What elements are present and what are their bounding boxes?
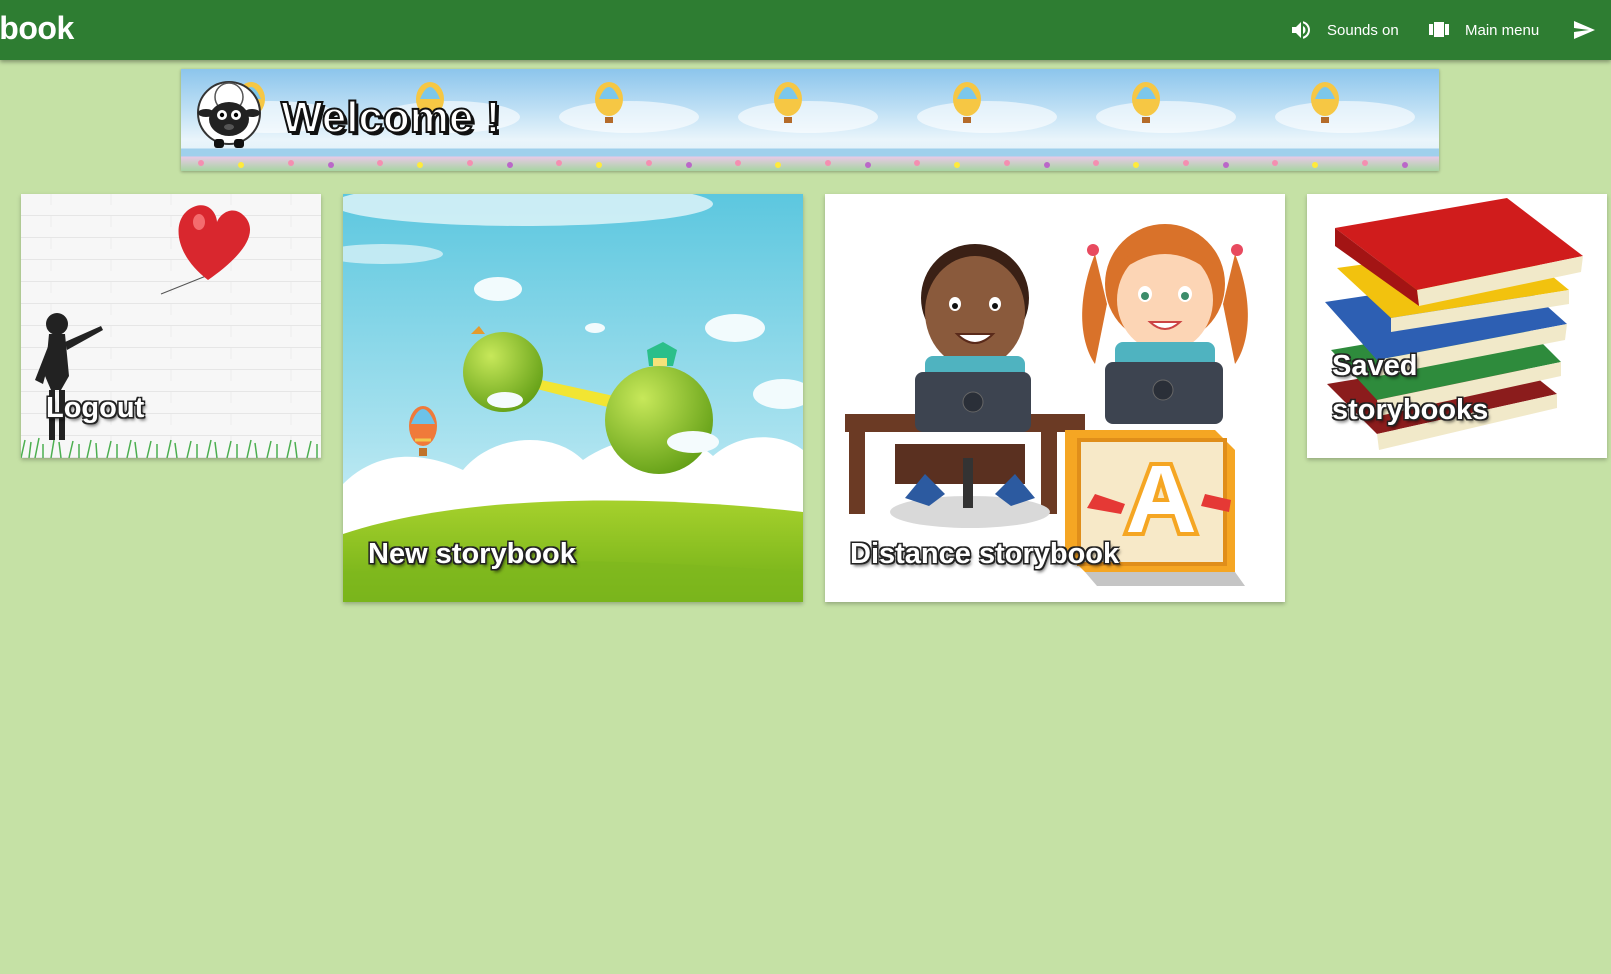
new-storybook-label: New storybook [368,538,576,570]
sounds-label: Sounds on [1327,21,1399,39]
speaker-icon [1289,18,1313,42]
distance-storybook-label: Distance storybook [850,538,1120,570]
main-menu-label: Main menu [1465,21,1540,39]
saved-storybooks-label-line2: storybooks [1332,394,1489,426]
app-title: ybook [0,10,74,46]
saved-storybooks-card[interactable]: Saved storybooks [1307,194,1607,458]
app-bar: ybook Sounds on Main menu [0,0,1611,60]
send-icon [1572,18,1596,42]
menu-cards-icon [1427,18,1451,42]
balloon-icon [1272,82,1415,168]
sounds-toggle-button[interactable]: Sounds on [1289,16,1399,44]
logout-label: Logout [46,392,145,424]
saved-storybooks-label-line1: Saved [1332,350,1418,382]
balloon-icon [556,82,699,168]
send-button[interactable] [1572,16,1610,44]
balloon-icon [1093,82,1236,168]
new-storybook-card[interactable]: New storybook [343,194,803,602]
sheep-icon [197,81,261,148]
balloon-icon [914,82,1057,168]
main-menu-button[interactable]: Main menu [1427,16,1539,44]
balloon-icon [735,82,878,168]
distance-storybook-card[interactable]: Distance storybook [825,194,1285,602]
welcome-banner: Welcome ! [181,69,1439,171]
logout-card[interactable]: Logout [21,194,321,458]
saved-storybooks-label: Saved storybooks [1332,344,1488,432]
welcome-title: Welcome ! [280,92,501,143]
